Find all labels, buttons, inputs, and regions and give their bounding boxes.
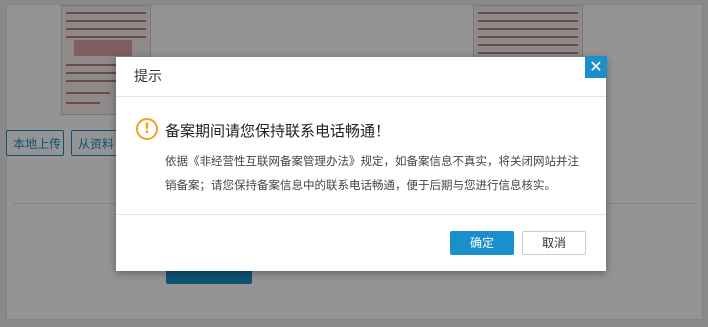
cancel-button[interactable]: 取消: [522, 231, 586, 255]
alert-message: 依据《非经营性互联网备案管理办法》规定，如备案信息不真实，将关闭网站并注销备案；…: [165, 154, 579, 192]
dialog-header: 提示: [116, 57, 606, 97]
alert-title: 备案期间请您保持联系电话畅通！: [165, 122, 391, 140]
close-icon[interactable]: ✕: [585, 56, 607, 78]
dialog-title: 提示: [134, 69, 162, 85]
confirm-button[interactable]: 确定: [450, 231, 514, 255]
alert-dialog: 提示 ✕ ! 备案期间请您保持联系电话畅通！ 依据《非经营性互联网备案管理办法》…: [116, 56, 607, 271]
dialog-footer-divider: [116, 214, 606, 215]
warning-icon: !: [136, 118, 158, 140]
